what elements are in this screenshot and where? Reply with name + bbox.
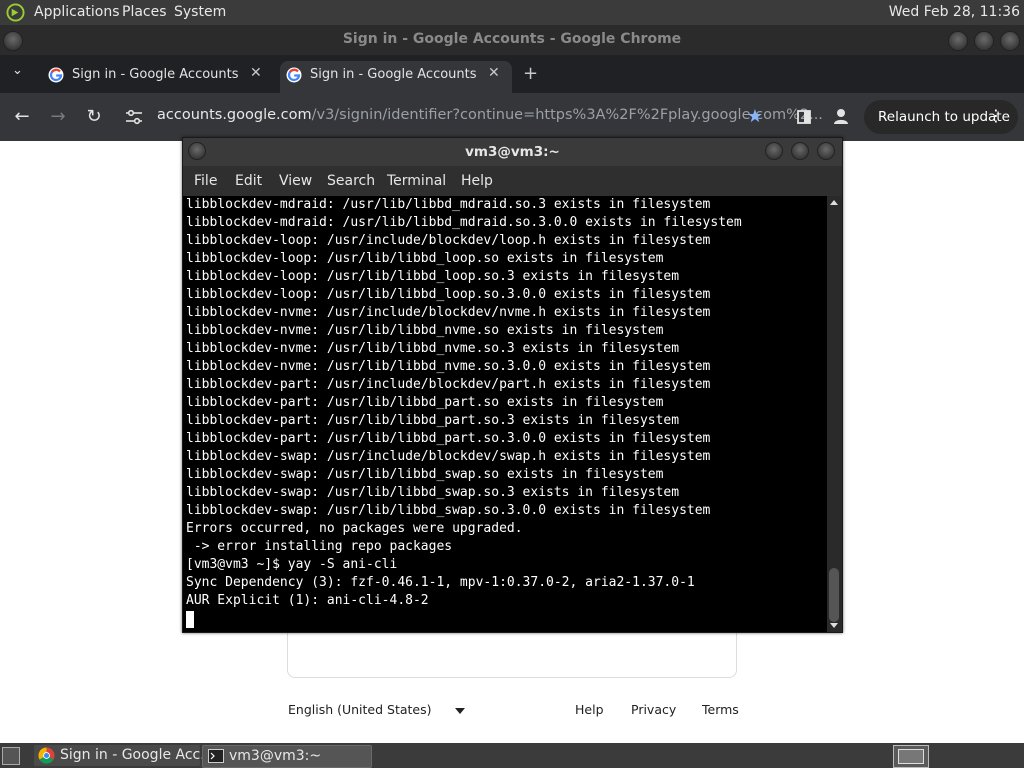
forward-arrow-icon[interactable]: → [46, 105, 70, 129]
tab-label: Sign in - Google Accounts [310, 67, 477, 82]
terminal-close-button[interactable] [817, 142, 835, 160]
terminal-line: libblockdev-loop: /usr/lib/libbd_loop.so… [186, 269, 680, 284]
terminal-line: libblockdev-nvme: /usr/lib/libbd_nvme.so… [186, 323, 664, 338]
taskbar-item-chrome[interactable]: Sign in - Google Acc... [34, 745, 214, 766]
help-link[interactable]: Help [575, 702, 604, 717]
site-info-tune-icon[interactable] [125, 109, 143, 125]
terminal-output[interactable]: libblockdev-mdraid: /usr/lib/libbd_mdrai… [183, 196, 827, 632]
terminal-line: libblockdev-loop: /usr/include/blockdev/… [186, 233, 711, 248]
back-arrow-icon[interactable]: ← [10, 105, 34, 129]
terminal-titlebar[interactable]: vm3@vm3:~ [183, 138, 842, 166]
more-options-kebab-icon[interactable]: ⋮ [988, 106, 1004, 125]
terminal-line: libblockdev-nvme: /usr/lib/libbd_nvme.so… [186, 359, 711, 374]
chrome-window-title: Sign in - Google Accounts - Google Chrom… [342, 31, 682, 47]
top-panel: Applications Places System Wed Feb 28, 1… [0, 0, 1024, 25]
places-menu[interactable]: Places [122, 4, 167, 20]
scrollbar-thumb[interactable] [829, 568, 839, 622]
terminal-menubar: File Edit View Search Terminal Help [183, 166, 842, 196]
google-favicon-icon [48, 67, 64, 83]
applications-menu[interactable]: Applications [34, 4, 120, 20]
terminal-menu-search[interactable]: Search [327, 173, 375, 189]
terminal-line: libblockdev-swap: /usr/lib/libbd_swap.so… [186, 467, 664, 482]
bottom-panel: Sign in - Google Acc... vm3@vm3:~ [0, 743, 1024, 768]
chrome-titlebar[interactable]: Sign in - Google Accounts - Google Chrom… [0, 25, 1024, 55]
terminal-line: [vm3@vm3 ~]$ yay -S ani-cli [186, 557, 398, 572]
clock[interactable]: Wed Feb 28, 11:36 [889, 4, 1020, 20]
taskbar-item-terminal[interactable]: vm3@vm3:~ [202, 745, 372, 768]
tab-search-chevron-icon[interactable]: ⌄ [12, 63, 23, 78]
terminal-lines: libblockdev-mdraid: /usr/lib/libbd_mdrai… [186, 196, 742, 628]
minimize-button[interactable] [948, 31, 968, 51]
terminal-line: libblockdev-nvme: /usr/lib/libbd_nvme.so… [186, 341, 680, 356]
terminal-cursor-line [186, 610, 742, 628]
distro-logo-icon[interactable] [6, 3, 25, 22]
new-tab-plus-icon[interactable]: + [523, 63, 538, 84]
chrome-toolbar: ← → ↻ accounts.google.com/v3/signin/iden… [0, 93, 1024, 141]
taskbar-label: Sign in - Google Acc... [60, 747, 214, 763]
terminal-scrollbar[interactable] [827, 196, 842, 632]
terminal-maximize-button[interactable] [791, 142, 809, 160]
language-selector[interactable]: English (United States) [288, 702, 432, 717]
terminal-menu-edit[interactable]: Edit [235, 173, 262, 189]
terminal-line: libblockdev-swap: /usr/lib/libbd_swap.so… [186, 503, 711, 518]
terminal-menu-terminal[interactable]: Terminal [387, 173, 446, 189]
terminal-menu-view[interactable]: View [279, 173, 312, 189]
terminal-menu-file[interactable]: File [194, 173, 217, 189]
terminal-line: libblockdev-part: /usr/include/blockdev/… [186, 377, 711, 392]
terminal-line: libblockdev-loop: /usr/lib/libbd_loop.so… [186, 287, 711, 302]
terminal-line: libblockdev-swap: /usr/include/blockdev/… [186, 449, 711, 464]
bookmark-star-icon[interactable]: ★ [743, 105, 767, 129]
terminal-line: Errors occurred, no packages were upgrad… [186, 521, 523, 536]
terminal-window[interactable]: vm3@vm3:~ File Edit View Search Terminal… [182, 137, 843, 633]
workspace-switcher[interactable] [893, 745, 929, 768]
side-panel-icon[interactable] [797, 110, 811, 124]
terminal-title: vm3@vm3:~ [465, 144, 560, 160]
tab-label: Sign in - Google Accounts [72, 67, 239, 82]
terminal-minimize-button[interactable] [765, 142, 783, 160]
scroll-up-arrow-icon[interactable] [830, 200, 838, 205]
terminal-menu-help[interactable]: Help [461, 173, 493, 189]
tab-sign-in-1[interactable]: Sign in - Google Accounts ✕ [48, 61, 270, 93]
terminal-icon [208, 749, 224, 763]
terminal-line: -> error installing repo packages [186, 539, 453, 554]
terminal-line: AUR Explicit (1): ani-cli-4.8-2 [186, 593, 429, 608]
system-menu[interactable]: System [174, 4, 226, 20]
terminal-line: libblockdev-mdraid: /usr/lib/libbd_mdrai… [186, 197, 711, 212]
text-cursor [186, 611, 194, 628]
scroll-down-arrow-icon[interactable] [830, 623, 838, 628]
language-dropdown-caret-icon[interactable] [455, 708, 465, 714]
tab-strip: ⌄ Sign in - Google Accounts ✕ Sign in - … [0, 55, 1024, 93]
close-window-button[interactable] [1000, 31, 1020, 51]
relaunch-to-update-button[interactable]: Relaunch to update ⋮ [864, 100, 1018, 134]
terminal-line: libblockdev-part: /usr/lib/libbd_part.so… [186, 413, 680, 428]
terminal-line: libblockdev-swap: /usr/lib/libbd_swap.so… [186, 485, 680, 500]
terminal-line: libblockdev-part: /usr/lib/libbd_part.so… [186, 395, 664, 410]
reload-icon[interactable]: ↻ [82, 105, 106, 129]
tab-sign-in-2[interactable]: Sign in - Google Accounts ✕ [280, 61, 512, 93]
address-bar[interactable]: accounts.google.com/v3/signin/identifier… [157, 107, 823, 123]
workspace-1[interactable] [898, 749, 924, 764]
privacy-link[interactable]: Privacy [631, 702, 676, 717]
maximize-button[interactable] [974, 31, 994, 51]
terms-link[interactable]: Terms [702, 702, 739, 717]
chrome-icon [38, 747, 55, 764]
tab-close-icon[interactable]: ✕ [250, 65, 262, 81]
show-desktop-icon[interactable] [2, 747, 20, 765]
terminal-line: libblockdev-part: /usr/lib/libbd_part.so… [186, 431, 711, 446]
taskbar-label: vm3@vm3:~ [229, 748, 322, 764]
profile-avatar-icon[interactable] [833, 108, 849, 125]
url-host: accounts.google.com [157, 107, 312, 123]
terminal-line: libblockdev-loop: /usr/lib/libbd_loop.so… [186, 251, 664, 266]
terminal-line: Sync Dependency (3): fzf-0.46.1-1, mpv-1… [186, 575, 695, 590]
terminal-line: libblockdev-mdraid: /usr/lib/libbd_mdrai… [186, 215, 742, 230]
terminal-line: libblockdev-nvme: /usr/include/blockdev/… [186, 305, 711, 320]
google-favicon-icon [286, 67, 302, 83]
tab-close-icon[interactable]: ✕ [488, 65, 500, 81]
